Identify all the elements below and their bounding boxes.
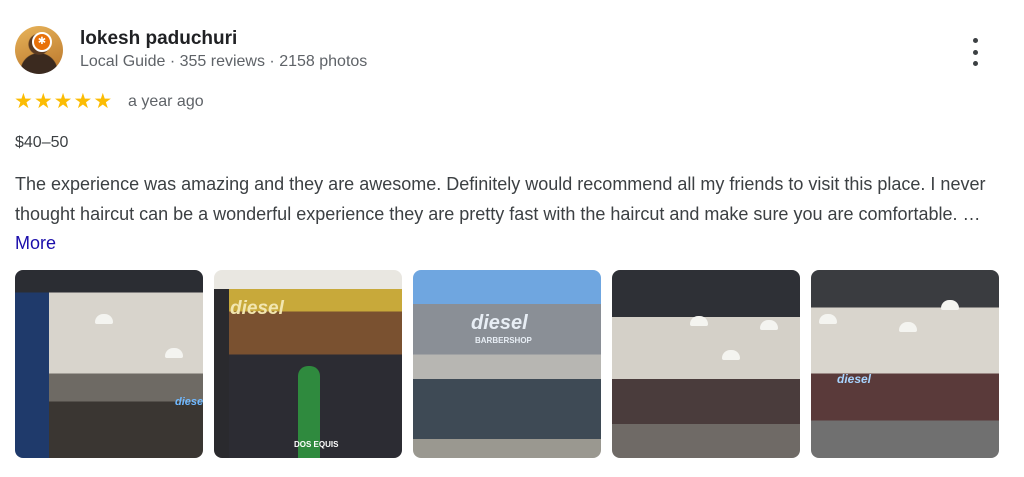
star-icon: ★ [53,89,73,113]
star-icon: ★ [73,89,93,113]
star-icon: ★ [33,89,53,113]
review-body: The experience was amazing and they are … [15,174,986,224]
review-photo[interactable]: diesel [15,270,203,458]
review-text: The experience was amazing and they are … [15,170,1005,259]
star-rating: ★ ★ ★ ★ ★ [14,89,112,113]
star-icon: ★ [93,89,113,113]
reviewer-name[interactable]: lokesh paduchuri [80,28,237,50]
more-link[interactable]: More [15,233,56,253]
review-photos: diesel diesel DOS EQUIS diesel BARBERSHO… [15,270,999,458]
review-photo[interactable]: diesel BARBERSHOP [413,270,601,458]
more-options-icon[interactable] [962,36,988,68]
review-photo[interactable]: diesel DOS EQUIS [214,270,402,458]
review-photo[interactable]: diesel [811,270,999,458]
review-photo[interactable] [612,270,800,458]
local-guide-star-icon: ✱ [32,32,52,52]
review-date: a year ago [128,93,204,110]
star-icon: ★ [14,89,33,113]
price-range: $40–50 [15,134,69,151]
reviewer-meta[interactable]: Local Guide · 355 reviews · 2158 photos [80,53,367,71]
